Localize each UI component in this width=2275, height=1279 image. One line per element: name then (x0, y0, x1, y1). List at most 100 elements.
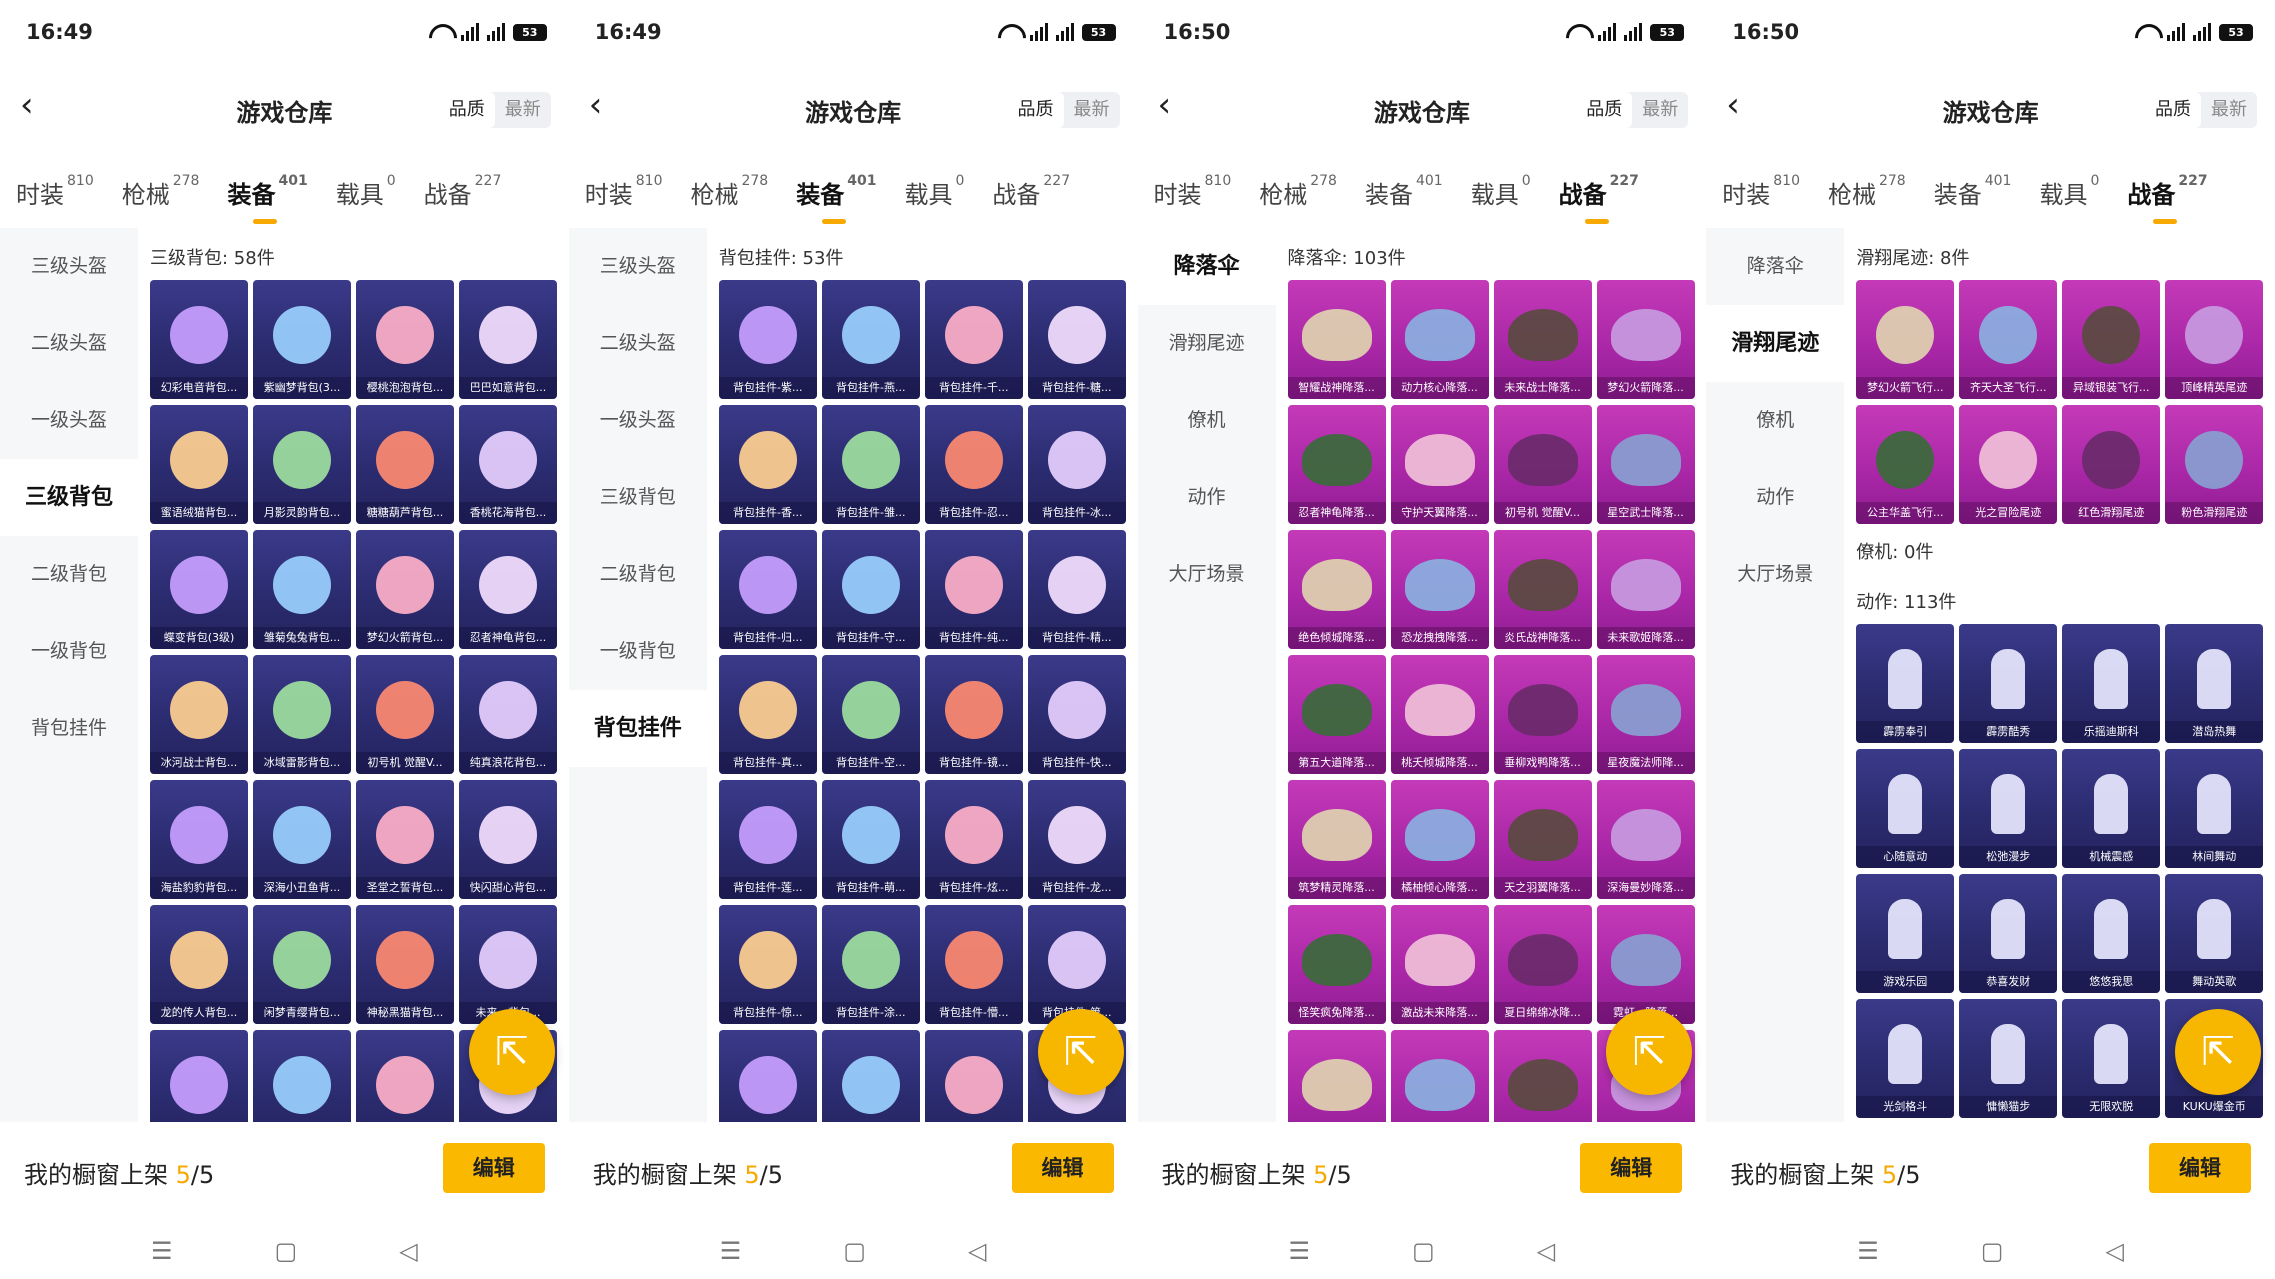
item-card[interactable]: 神秘黑猫背包... (356, 905, 454, 1024)
tab-4[interactable]: 战备 227 (992, 173, 1070, 210)
item-card[interactable]: 公主华盖飞行... (1856, 405, 1955, 524)
item-card[interactable]: 背包挂件-莲... (718, 780, 817, 899)
home-square-icon[interactable]: ▢ (843, 1237, 866, 1265)
item-card[interactable]: 梦幻火箭飞行... (1856, 280, 1955, 399)
item-card[interactable]: 怪笑疯兔降落... (1287, 905, 1386, 1024)
item-card[interactable]: 激战未来降落... (1390, 905, 1489, 1024)
item-card[interactable]: 松弛漫步 (1959, 749, 2058, 868)
side-item[interactable]: 一级背包 (0, 613, 138, 690)
side-item[interactable]: 三级背包 (0, 459, 138, 536)
item-card[interactable]: 背包挂件-千... (924, 280, 1023, 399)
side-item[interactable]: 一级背包 (569, 613, 707, 690)
edit-button[interactable]: 编辑 (2149, 1143, 2251, 1193)
item-card[interactable]: 梦幻火箭背包... (356, 530, 454, 649)
item-card[interactable]: 背包挂件-第... (1027, 905, 1126, 1024)
side-item[interactable]: 滑翔尾迹 (1138, 305, 1276, 382)
side-item[interactable]: 僚机 (1138, 382, 1276, 459)
side-item[interactable]: 一级头盔 (569, 382, 707, 459)
item-card[interactable]: 未来战士降落... (1493, 280, 1592, 399)
item-card[interactable]: 冰域雷影背包... (253, 655, 351, 774)
tab-3[interactable]: 载具 0 (1471, 173, 1531, 210)
tab-4[interactable]: 战备 227 (2127, 173, 2208, 224)
side-item[interactable]: 二级头盔 (0, 305, 138, 382)
item-card[interactable]: 深海小丑鱼背... (253, 780, 351, 899)
tab-4[interactable]: 战备 227 (1559, 173, 1639, 224)
sort-option-latest[interactable]: 最新 (1632, 92, 1688, 128)
item-card[interactable]: 星夜魔法师降... (1596, 655, 1695, 774)
item-card[interactable]: 初号机 觉醒V... (1493, 405, 1592, 524)
menu-icon[interactable]: ☰ (1857, 1237, 1879, 1265)
item-card[interactable]: 背包挂件-懵... (924, 905, 1023, 1024)
item-card[interactable]: 智耀战神降落... (1287, 280, 1386, 399)
item-card[interactable]: 夏日绵绵冰降... (1493, 905, 1592, 1024)
item-card[interactable]: 闲梦青缨背包... (253, 905, 351, 1024)
item-card[interactable]: 背包挂件-紫... (718, 280, 817, 399)
item-card[interactable]: 无限欢脱 (2062, 999, 2161, 1118)
side-item[interactable]: 背包挂件 (568, 690, 707, 767)
item-card[interactable]: 背包挂件-萌... (821, 780, 920, 899)
sort-toggle[interactable]: 品质 最新 (1576, 92, 1689, 128)
item-card[interactable]: 桃夭倾城降落... (1390, 655, 1489, 774)
back-triangle-icon[interactable]: ◁ (968, 1237, 986, 1265)
item-card[interactable]: 潜岛热舞 (2165, 624, 2264, 743)
tab-0[interactable]: 时装 810 (1154, 173, 1232, 210)
item-card[interactable]: 光之冒险尾迹 (1959, 405, 2058, 524)
tab-1[interactable]: 枪械 278 (1828, 173, 1906, 210)
item-card[interactable]: 恐龙拽拽降落... (1390, 530, 1489, 649)
item-card[interactable]: 舞动英歌 (2165, 874, 2264, 993)
edit-button[interactable]: 编辑 (1011, 1143, 1114, 1193)
item-card[interactable]: 巴巴如意背包... (459, 280, 557, 399)
tab-2[interactable]: 装备 401 (1365, 173, 1443, 210)
item-card[interactable]: 背包挂件-炫... (924, 780, 1023, 899)
share-external-icon[interactable]: ⇱ (468, 1009, 555, 1095)
side-item[interactable]: 动作 (1138, 459, 1276, 536)
tab-2[interactable]: 装备 401 (796, 173, 876, 224)
tab-3[interactable]: 载具 0 (336, 173, 396, 210)
side-item[interactable]: 三级背包 (569, 459, 707, 536)
item-card[interactable]: 冰河战士背包... (150, 655, 248, 774)
item-card[interactable]: 深海曼妙降落... (1596, 780, 1695, 899)
side-item[interactable]: 一级头盔 (0, 382, 138, 459)
item-card[interactable]: 初号机 觉醒V... (356, 655, 454, 774)
back-triangle-icon[interactable]: ◁ (2105, 1237, 2123, 1265)
item-card[interactable]: 乐摇迪斯科 (2062, 624, 2161, 743)
item-card[interactable]: 红色滑翔尾迹 (2062, 405, 2161, 524)
tab-0[interactable]: 时装 810 (16, 173, 94, 210)
home-square-icon[interactable]: ▢ (1981, 1237, 2004, 1265)
item-card[interactable]: 背包挂件-真... (718, 655, 817, 774)
edit-button[interactable]: 编辑 (1580, 1143, 1683, 1193)
side-item[interactable]: 动作 (1706, 459, 1844, 536)
item-card[interactable]: 海盐豹豹背包... (150, 780, 248, 899)
item-card[interactable]: 背包挂件-糖... (1027, 280, 1126, 399)
item-card[interactable]: 背包挂件-空... (821, 655, 920, 774)
item-card[interactable]: 异域银装飞行... (2062, 280, 2161, 399)
item-card[interactable]: 蝶变背包(3级) (150, 530, 248, 649)
item-card[interactable]: 忍者神龟降落... (1287, 405, 1386, 524)
item-card[interactable]: 霓虹...降落... (1596, 905, 1695, 1024)
item-card[interactable]: 背包挂件-镜... (924, 655, 1023, 774)
tab-1[interactable]: 枪械 278 (690, 173, 768, 210)
sort-toggle[interactable]: 品质 最新 (2145, 92, 2257, 128)
item-card[interactable]: 背包挂件-燕... (821, 280, 920, 399)
home-square-icon[interactable]: ▢ (275, 1237, 298, 1265)
tab-0[interactable]: 时装 810 (1722, 173, 1800, 210)
tab-1[interactable]: 枪械 278 (1259, 173, 1337, 210)
item-card[interactable]: 心随意动 (1856, 749, 1955, 868)
item-card[interactable]: 紫幽梦背包(3... (253, 280, 351, 399)
item-card[interactable]: 樱桃泡泡背包... (356, 280, 454, 399)
item-card[interactable]: 筑梦精灵降落... (1287, 780, 1386, 899)
item-card[interactable]: 龙的传人背包... (150, 905, 248, 1024)
side-item[interactable]: 三级头盔 (0, 228, 138, 305)
share-external-icon[interactable]: ⇱ (1606, 1009, 1693, 1095)
tab-4[interactable]: 战备 227 (424, 173, 502, 210)
item-card[interactable]: 林间舞动 (2165, 749, 2264, 868)
side-item[interactable]: 滑翔尾迹 (1706, 305, 1845, 382)
menu-icon[interactable]: ☰ (1289, 1237, 1311, 1265)
side-item[interactable]: 二级背包 (0, 536, 138, 613)
menu-icon[interactable]: ☰ (151, 1237, 173, 1265)
edit-button[interactable]: 编辑 (442, 1143, 545, 1193)
side-item[interactable]: 二级背包 (569, 536, 707, 613)
share-external-icon[interactable]: ⇱ (2175, 1009, 2261, 1095)
item-card[interactable]: 梦幻火箭降落... (1596, 280, 1695, 399)
item-card[interactable]: 炎氏战神降落... (1493, 530, 1592, 649)
